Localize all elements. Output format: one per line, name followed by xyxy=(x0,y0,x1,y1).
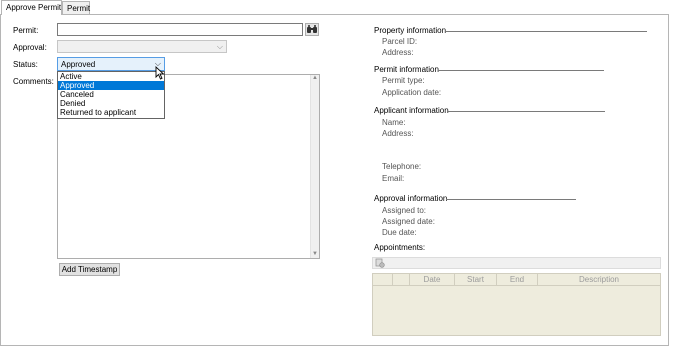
applicant-information-title: Applicant information xyxy=(374,106,449,115)
approval-information-title: Approval information xyxy=(374,194,448,203)
column-header-date[interactable]: Date xyxy=(410,274,455,286)
status-dropdown-list: Active Approved Canceled Denied Returned… xyxy=(57,71,165,119)
column-header xyxy=(373,274,393,286)
tab-approve-permit[interactable]: Approve Permit xyxy=(1,0,62,15)
section-divider xyxy=(447,111,605,112)
scroll-down-icon[interactable]: ▼ xyxy=(312,251,318,257)
assigned-to-label: Assigned to: xyxy=(382,206,427,215)
property-information-title: Property information xyxy=(374,26,447,35)
appointments-grid[interactable]: Date Start End Description xyxy=(372,273,661,336)
appointments-grid-header: Date Start End Description xyxy=(373,274,660,286)
applicant-address-label: Address: xyxy=(382,129,414,138)
status-select[interactable]: Approved ⌵ xyxy=(57,57,165,71)
status-option-returned[interactable]: Returned to applicant xyxy=(58,108,164,117)
binoculars-icon xyxy=(307,25,317,33)
column-header-start[interactable]: Start xyxy=(455,274,497,286)
status-option-active[interactable]: Active xyxy=(58,72,164,81)
due-date-label: Due date: xyxy=(382,228,417,237)
scroll-up-icon[interactable]: ▲ xyxy=(312,75,318,81)
permit-information-title: Permit information xyxy=(374,65,439,74)
section-divider xyxy=(446,31,647,32)
application-date-label: Application date: xyxy=(382,88,442,97)
tab-permit[interactable]: Permit xyxy=(62,1,90,15)
parcel-id-label: Parcel ID: xyxy=(382,37,418,46)
column-header xyxy=(393,274,410,286)
status-select-value: Approved xyxy=(61,60,96,69)
permit-label: Permit: xyxy=(13,26,39,35)
mouse-cursor-icon xyxy=(155,66,165,80)
approval-label: Approval: xyxy=(13,43,47,52)
applicant-name-label: Name: xyxy=(382,118,406,127)
appointments-toolbar xyxy=(372,257,661,269)
section-divider xyxy=(438,70,604,71)
property-address-label: Address: xyxy=(382,48,414,57)
appointments-title: Appointments: xyxy=(374,243,426,252)
tab-bar: Approve Permit Permit xyxy=(0,0,673,15)
email-label: Email: xyxy=(382,174,405,183)
column-header-description[interactable]: Description xyxy=(538,274,660,286)
assigned-date-label: Assigned date: xyxy=(382,217,435,226)
column-header-end[interactable]: End xyxy=(497,274,538,286)
approval-select[interactable]: ⌵ xyxy=(57,40,227,53)
comments-label: Comments: xyxy=(13,77,54,86)
status-label: Status: xyxy=(13,60,38,69)
comments-scrollbar[interactable]: ▲ ▼ xyxy=(310,75,319,258)
permit-input[interactable] xyxy=(57,23,303,36)
add-appointment-icon[interactable] xyxy=(375,258,385,268)
section-divider xyxy=(446,199,576,200)
find-permit-button[interactable] xyxy=(305,23,319,36)
status-option-canceled[interactable]: Canceled xyxy=(58,90,164,99)
add-timestamp-button[interactable]: Add Timestamp xyxy=(59,263,120,276)
status-option-denied[interactable]: Denied xyxy=(58,99,164,108)
permit-type-label: Permit type: xyxy=(382,76,425,85)
chevron-down-icon: ⌵ xyxy=(216,42,223,51)
telephone-label: Telephone: xyxy=(382,162,422,171)
status-option-approved[interactable]: Approved xyxy=(58,81,164,90)
